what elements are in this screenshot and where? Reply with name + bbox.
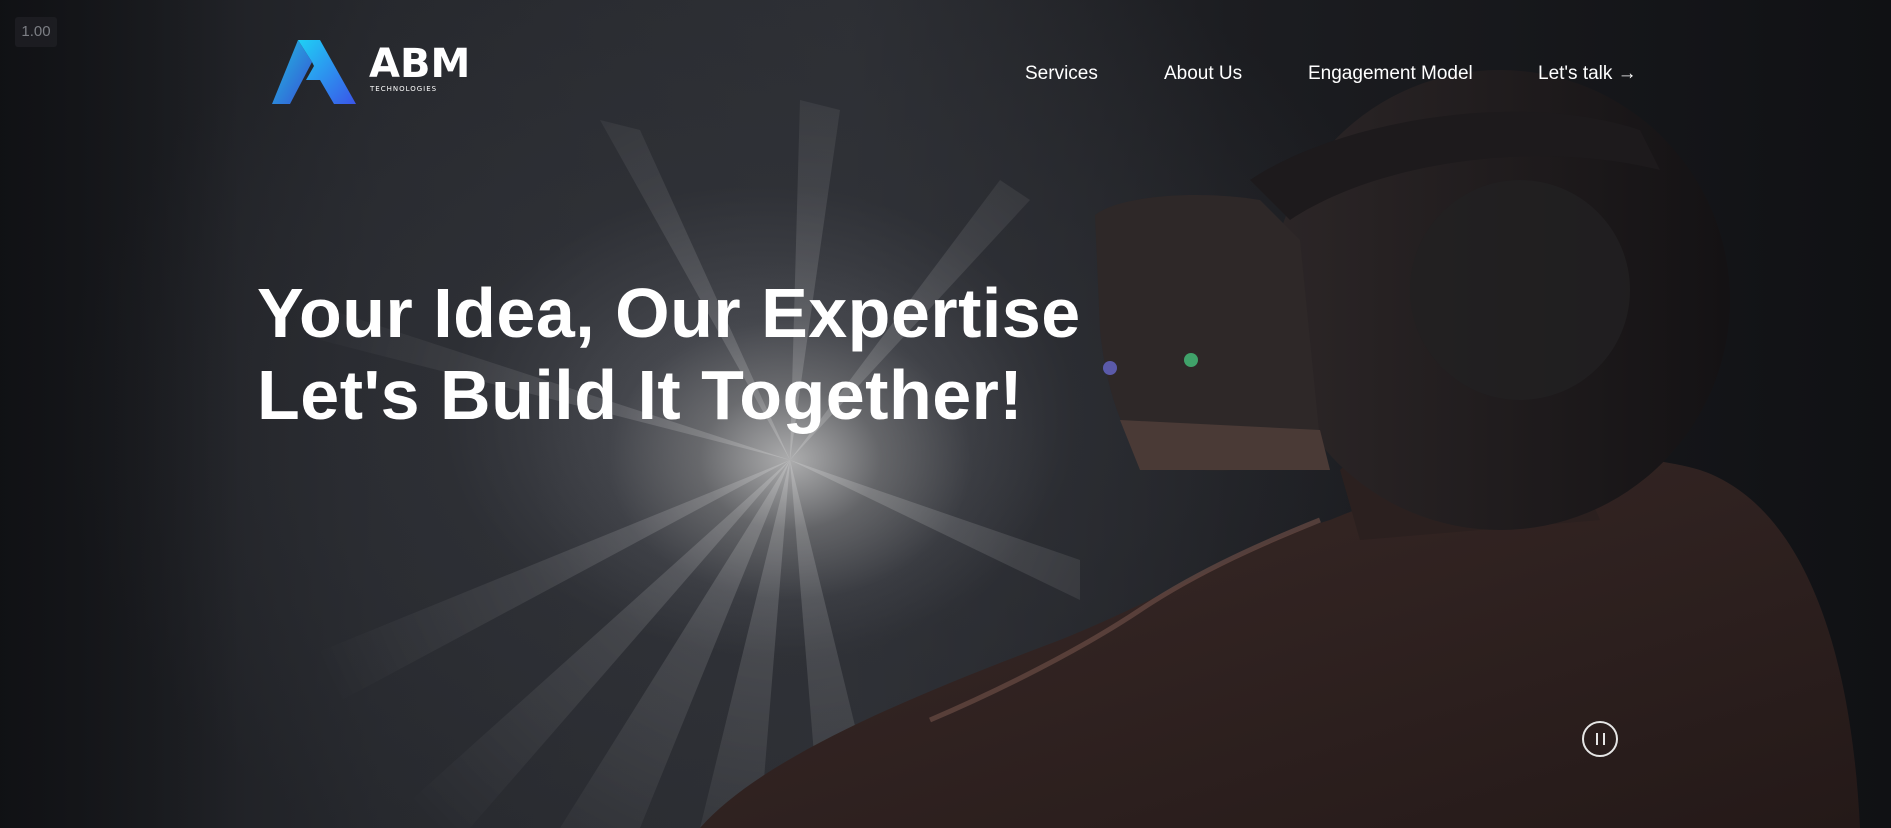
hero-headline-line-2: Let's Build It Together! [257,356,1024,434]
nav-item-services[interactable]: Services [1025,60,1098,88]
nav-item-lets-talk[interactable]: Let's talk → [1538,60,1637,88]
hero-headline: Your Idea, Our Expertise Let's Build It … [257,272,1081,436]
nav-item-engagement-model[interactable]: Engagement Model [1308,60,1473,88]
nav-item-about-us[interactable]: About Us [1164,60,1242,88]
hero-headline-line-1: Your Idea, Our Expertise [257,274,1081,352]
main-navigation: Services About Us Engagement Model Let's… [0,60,1891,88]
pause-icon-bar [1603,733,1605,745]
hero-section: 1.00 ABM TECHNOLOGIES Services About Us … [0,0,1891,828]
video-pause-button[interactable] [1582,721,1618,757]
pause-icon [1596,733,1598,745]
left-vignette [0,0,240,828]
zoom-level-indicator: 1.00 [15,17,57,47]
